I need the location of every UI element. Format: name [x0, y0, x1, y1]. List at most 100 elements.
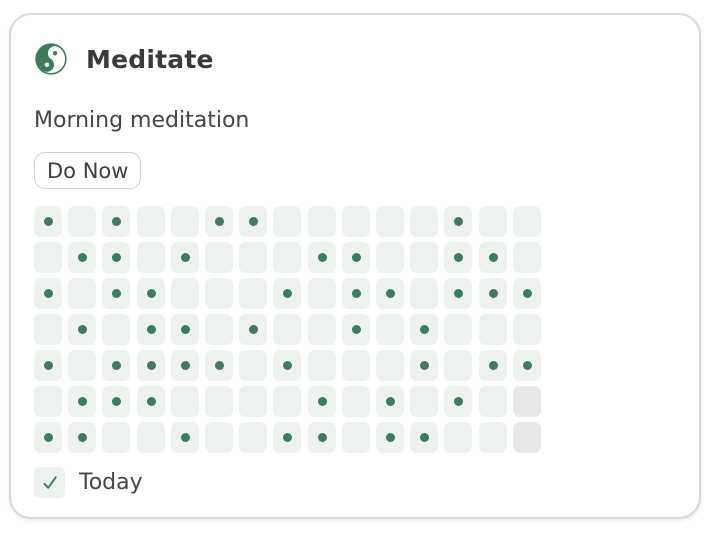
history-cell[interactable] [410, 386, 438, 417]
history-cell[interactable] [171, 386, 199, 417]
history-cell[interactable] [137, 206, 165, 237]
history-cell[interactable] [205, 422, 233, 453]
history-cell[interactable] [308, 350, 336, 381]
history-cell[interactable] [137, 314, 165, 345]
history-cell[interactable] [444, 206, 472, 237]
history-cell[interactable] [273, 350, 301, 381]
history-cell[interactable] [102, 206, 130, 237]
history-cell[interactable] [342, 278, 370, 309]
history-cell[interactable] [376, 242, 404, 273]
history-cell[interactable] [479, 422, 507, 453]
history-cell[interactable] [171, 242, 199, 273]
history-cell[interactable] [68, 314, 96, 345]
history-cell[interactable] [171, 350, 199, 381]
history-cell[interactable] [308, 422, 336, 453]
history-cell[interactable] [479, 206, 507, 237]
do-now-button[interactable]: Do Now [34, 152, 142, 189]
history-cell[interactable] [444, 422, 472, 453]
history-cell[interactable] [205, 350, 233, 381]
history-cell[interactable] [171, 278, 199, 309]
history-cell[interactable] [376, 386, 404, 417]
history-cell[interactable] [137, 386, 165, 417]
history-cell[interactable] [513, 206, 541, 237]
history-cell[interactable] [308, 206, 336, 237]
history-cell[interactable] [513, 386, 541, 417]
history-cell[interactable] [479, 350, 507, 381]
history-cell[interactable] [34, 206, 62, 237]
history-cell[interactable] [102, 422, 130, 453]
history-cell[interactable] [342, 422, 370, 453]
history-cell[interactable] [205, 278, 233, 309]
history-cell[interactable] [68, 242, 96, 273]
history-cell[interactable] [376, 278, 404, 309]
history-cell[interactable] [342, 242, 370, 273]
history-cell[interactable] [205, 242, 233, 273]
history-cell[interactable] [239, 350, 267, 381]
history-cell[interactable] [205, 314, 233, 345]
history-cell[interactable] [376, 422, 404, 453]
history-cell[interactable] [273, 386, 301, 417]
history-cell[interactable] [34, 386, 62, 417]
history-cell[interactable] [308, 314, 336, 345]
history-cell[interactable] [205, 206, 233, 237]
history-cell[interactable] [273, 206, 301, 237]
history-cell[interactable] [444, 242, 472, 273]
history-cell[interactable] [479, 386, 507, 417]
history-cell[interactable] [513, 314, 541, 345]
history-cell[interactable] [34, 350, 62, 381]
history-cell[interactable] [102, 314, 130, 345]
history-cell[interactable] [410, 350, 438, 381]
history-cell[interactable] [137, 278, 165, 309]
history-cell[interactable] [410, 206, 438, 237]
history-cell[interactable] [102, 242, 130, 273]
history-cell[interactable] [444, 350, 472, 381]
history-cell[interactable] [205, 386, 233, 417]
history-cell[interactable] [513, 350, 541, 381]
history-cell[interactable] [68, 386, 96, 417]
today-checkbox[interactable] [34, 467, 65, 498]
history-cell[interactable] [342, 386, 370, 417]
history-cell[interactable] [479, 278, 507, 309]
history-cell[interactable] [68, 422, 96, 453]
history-cell[interactable] [34, 422, 62, 453]
history-cell[interactable] [410, 314, 438, 345]
history-cell[interactable] [410, 422, 438, 453]
history-cell[interactable] [410, 278, 438, 309]
history-cell[interactable] [171, 422, 199, 453]
history-cell[interactable] [342, 350, 370, 381]
history-cell[interactable] [342, 206, 370, 237]
history-cell[interactable] [479, 242, 507, 273]
history-cell[interactable] [171, 314, 199, 345]
history-cell[interactable] [308, 242, 336, 273]
history-cell[interactable] [513, 242, 541, 273]
history-cell[interactable] [273, 242, 301, 273]
history-cell[interactable] [479, 314, 507, 345]
history-cell[interactable] [34, 278, 62, 309]
history-cell[interactable] [513, 278, 541, 309]
history-cell[interactable] [273, 314, 301, 345]
history-cell[interactable] [342, 314, 370, 345]
history-cell[interactable] [239, 278, 267, 309]
history-cell[interactable] [376, 314, 404, 345]
history-cell[interactable] [376, 206, 404, 237]
history-cell[interactable] [239, 242, 267, 273]
history-cell[interactable] [68, 278, 96, 309]
history-cell[interactable] [308, 386, 336, 417]
history-cell[interactable] [444, 386, 472, 417]
history-cell[interactable] [68, 350, 96, 381]
history-cell[interactable] [137, 422, 165, 453]
history-cell[interactable] [171, 206, 199, 237]
history-cell[interactable] [444, 278, 472, 309]
history-cell[interactable] [102, 350, 130, 381]
history-cell[interactable] [137, 350, 165, 381]
history-cell[interactable] [68, 206, 96, 237]
history-cell[interactable] [239, 386, 267, 417]
history-cell[interactable] [102, 278, 130, 309]
history-cell[interactable] [376, 350, 404, 381]
history-cell[interactable] [137, 242, 165, 273]
history-cell[interactable] [513, 422, 541, 453]
history-cell[interactable] [239, 314, 267, 345]
history-cell[interactable] [34, 314, 62, 345]
history-cell[interactable] [273, 422, 301, 453]
history-cell[interactable] [410, 242, 438, 273]
